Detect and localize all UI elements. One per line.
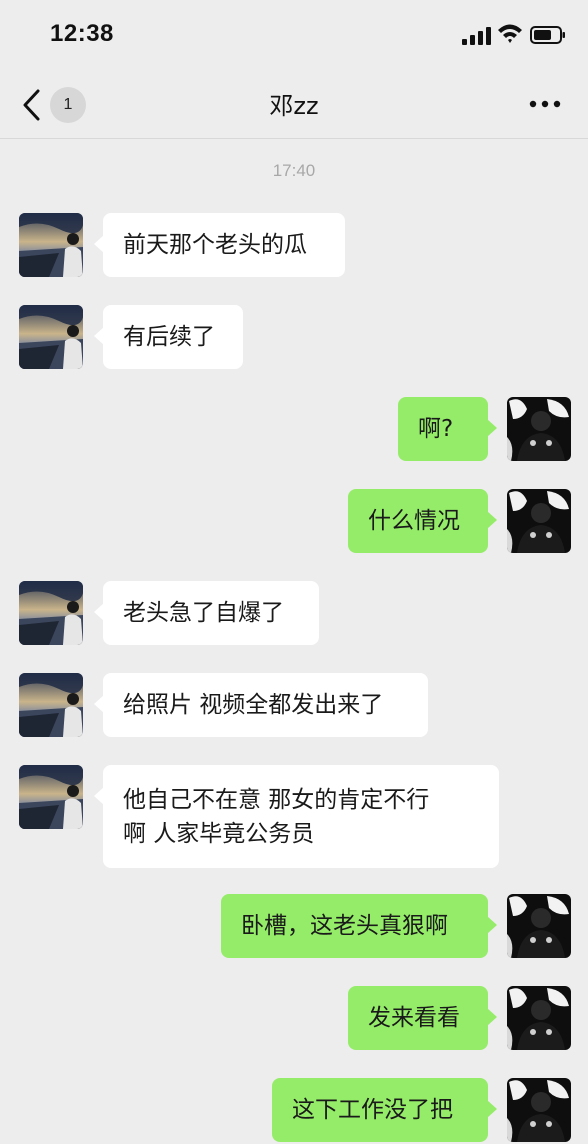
incoming-message-bubble[interactable]: 前天那个老头的瓜 bbox=[94, 213, 345, 277]
status-time: 12:38 bbox=[50, 20, 114, 47]
message-text: 发来看看 bbox=[368, 1005, 460, 1031]
incoming-message-bubble[interactable]: 老头急了自爆了 bbox=[94, 581, 319, 645]
message-text: 什么情况 bbox=[368, 508, 460, 534]
contact-avatar[interactable] bbox=[19, 765, 83, 829]
chat-title: 邓zz bbox=[269, 92, 319, 120]
wifi-icon bbox=[498, 24, 522, 43]
my-avatar[interactable] bbox=[507, 489, 571, 553]
battery-icon bbox=[530, 26, 565, 44]
incoming-message-bubble[interactable]: 给照片 视频全都发出来了 bbox=[94, 673, 428, 737]
contact-avatar[interactable] bbox=[19, 305, 83, 369]
my-avatar[interactable] bbox=[507, 1078, 571, 1142]
my-avatar[interactable] bbox=[507, 894, 571, 958]
signal-icon bbox=[462, 27, 491, 45]
message-text: 有后续了 bbox=[123, 324, 215, 350]
message-text: 老头急了自爆了 bbox=[123, 600, 284, 626]
more-horizontal-icon[interactable] bbox=[528, 96, 562, 112]
incoming-message-bubble[interactable]: 他自己不在意 那女的肯定不行 啊 人家毕竟公务员 bbox=[94, 765, 499, 868]
status-bar: 12:38 bbox=[0, 0, 588, 70]
outgoing-message-bubble[interactable]: 啊? bbox=[398, 397, 497, 461]
outgoing-message-bubble[interactable]: 这下工作没了把 bbox=[272, 1078, 497, 1142]
my-avatar[interactable] bbox=[507, 986, 571, 1050]
outgoing-message-bubble[interactable]: 发来看看 bbox=[348, 986, 497, 1050]
message-timestamp: 17:40 bbox=[272, 161, 316, 180]
outgoing-message-bubble[interactable]: 什么情况 bbox=[348, 489, 497, 553]
message-text: 啊? bbox=[418, 416, 454, 442]
outgoing-message-bubble[interactable]: 卧槽，这老头真狠啊 bbox=[221, 894, 497, 958]
contact-avatar[interactable] bbox=[19, 213, 83, 277]
contact-avatar[interactable] bbox=[19, 673, 83, 737]
incoming-message-bubble[interactable]: 有后续了 bbox=[94, 305, 243, 369]
message-text: 给照片 视频全都发出来了 bbox=[123, 692, 384, 718]
message-text: 前天那个老头的瓜 bbox=[123, 232, 307, 258]
contact-avatar[interactable] bbox=[19, 581, 83, 645]
chat-header: 1 邓zz bbox=[0, 70, 588, 139]
message-text-line: 他自己不在意 那女的肯定不行 bbox=[123, 787, 430, 813]
my-avatar[interactable] bbox=[507, 397, 571, 461]
message-text: 这下工作没了把 bbox=[292, 1097, 453, 1123]
message-text: 卧槽，这老头真狠啊 bbox=[241, 913, 448, 939]
message-text-line: 啊 人家毕竟公务员 bbox=[123, 821, 315, 847]
